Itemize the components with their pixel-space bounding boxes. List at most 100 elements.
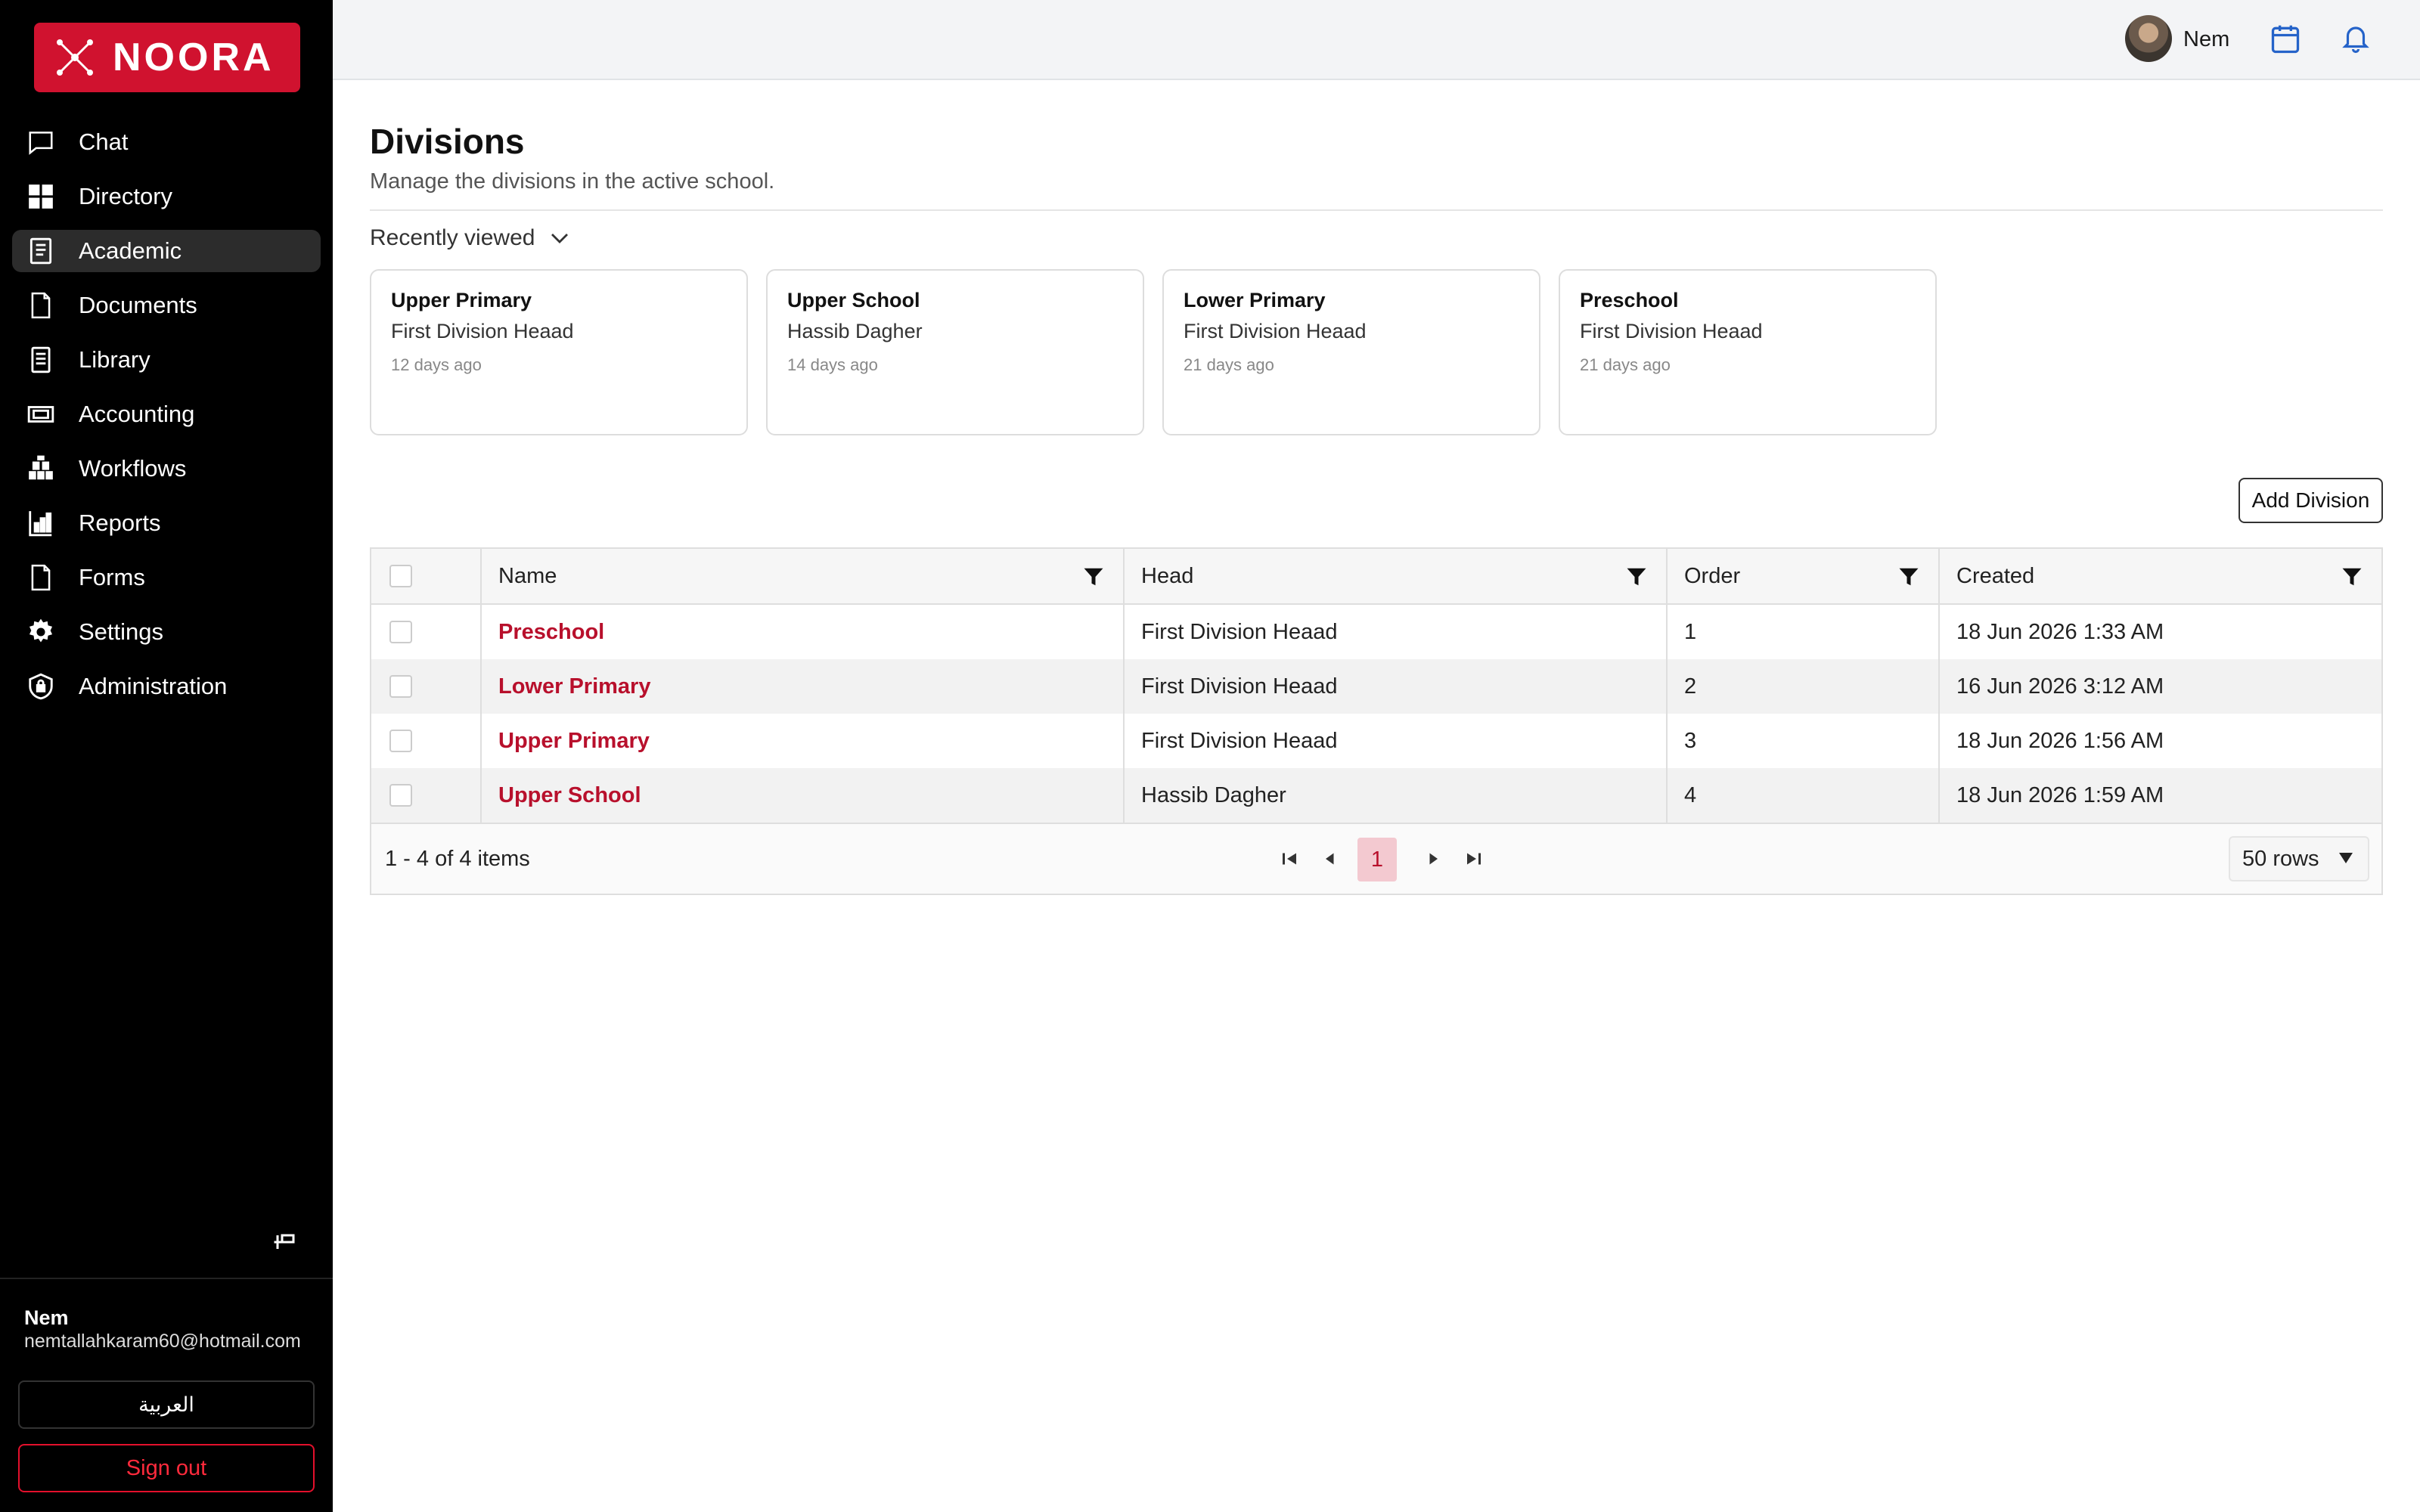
division-link[interactable]: Upper Primary — [498, 729, 650, 754]
recent-card[interactable]: Upper Primary First Division Heaad 12 da… — [370, 269, 748, 435]
table-row[interactable]: Upper School Hassib Dagher 4 18 Jun 2026… — [371, 768, 2381, 823]
table-row[interactable]: Lower Primary First Division Heaad 2 16 … — [371, 659, 2381, 714]
next-page-icon[interactable] — [1419, 845, 1447, 872]
filter-icon[interactable] — [2341, 565, 2363, 588]
reports-icon — [26, 508, 56, 538]
sidebar-item-label: Academic — [79, 237, 182, 264]
sidebar-user-name: Nem — [24, 1306, 69, 1329]
cell-name: Lower Primary — [482, 659, 1125, 714]
cell-created: 18 Jun 2026 1:59 AM — [1956, 782, 2164, 807]
academic-book-icon — [26, 236, 56, 266]
avatar[interactable] — [2125, 15, 2172, 62]
sidebar-item-settings[interactable]: Settings — [12, 611, 321, 653]
sidebar-item-chat[interactable]: Chat — [12, 121, 321, 163]
cell-created: 18 Jun 2026 1:33 AM — [1956, 619, 2164, 644]
table-row[interactable]: Upper Primary First Division Heaad 3 18 … — [371, 714, 2381, 768]
header-checkbox-cell — [371, 549, 482, 603]
sidebar-item-label: Reports — [79, 510, 161, 536]
prev-page-icon[interactable] — [1317, 845, 1344, 872]
recent-card-time: 14 days ago — [787, 355, 878, 374]
recent-card-title: Lower Primary — [1184, 289, 1326, 311]
cell-name: Upper Primary — [482, 714, 1125, 768]
table-header-row: Name Head Order Created — [371, 549, 2381, 605]
forms-icon — [26, 562, 56, 593]
row-checkbox[interactable] — [389, 675, 412, 698]
sidebar-item-accounting[interactable]: Accounting — [12, 393, 321, 435]
sidebar-item-label: Workflows — [79, 455, 187, 482]
cell-order: 4 — [1668, 768, 1940, 823]
sidebar-item-documents[interactable]: Documents — [12, 284, 321, 327]
cell-created: 16 Jun 2026 3:12 AM — [1956, 674, 2164, 699]
sidebar-item-reports[interactable]: Reports — [12, 502, 321, 544]
cell-created: 18 Jun 2026 1:56 AM — [1956, 728, 2164, 753]
chat-icon — [26, 127, 56, 157]
sidebar-item-label: Settings — [79, 618, 164, 645]
cell-head: First Division Heaad — [1125, 605, 1668, 659]
select-all-checkbox[interactable] — [389, 565, 412, 587]
cell-name: Preschool — [482, 605, 1125, 659]
sidebar-item-label: Chat — [79, 129, 129, 155]
sidebar-item-forms[interactable]: Forms — [12, 556, 321, 599]
column-header-head[interactable]: Head — [1125, 549, 1668, 603]
calendar-icon[interactable] — [2269, 23, 2302, 56]
cell-name: Upper School — [482, 768, 1125, 823]
recently-viewed-toggle[interactable]: Recently viewed — [370, 225, 571, 251]
filter-icon[interactable] — [1897, 565, 1920, 588]
shield-lock-icon — [26, 671, 56, 702]
last-page-icon[interactable] — [1460, 845, 1488, 872]
rows-per-page-select[interactable]: 50 rows — [2229, 836, 2369, 881]
caret-down-icon — [2339, 853, 2353, 863]
filter-icon[interactable] — [1082, 565, 1105, 588]
filter-icon[interactable] — [1625, 565, 1648, 588]
column-header-order[interactable]: Order — [1668, 549, 1940, 603]
row-checkbox[interactable] — [389, 784, 412, 807]
recently-viewed-label: Recently viewed — [370, 225, 535, 250]
cell-order: 1 — [1668, 605, 1940, 659]
sidebar-item-academic[interactable]: Academic — [12, 230, 321, 272]
topbar-user-name[interactable]: Nem — [2183, 27, 2229, 52]
recent-card-head: First Division Heaad — [1580, 320, 1763, 342]
bell-icon[interactable] — [2340, 23, 2372, 54]
column-header-created[interactable]: Created — [1940, 549, 2381, 603]
row-checkbox-cell — [371, 659, 482, 714]
page-number-button[interactable]: 1 — [1357, 838, 1397, 881]
table-row[interactable]: Preschool First Division Heaad 1 18 Jun … — [371, 605, 2381, 659]
header-divider — [370, 209, 2383, 211]
recent-cards: Upper Primary First Division Heaad 12 da… — [370, 269, 1955, 435]
first-page-icon[interactable] — [1276, 845, 1303, 872]
column-header-label: Order — [1684, 563, 1741, 588]
column-header-label: Name — [498, 563, 557, 588]
cell-head: Hassib Dagher — [1125, 768, 1668, 823]
divisions-table: Name Head Order Created Preschool First … — [370, 547, 2383, 895]
sidebar-item-label: Documents — [79, 292, 197, 318]
recent-card[interactable]: Upper School Hassib Dagher 14 days ago — [766, 269, 1144, 435]
column-header-label: Head — [1141, 563, 1194, 588]
recent-card-time: 21 days ago — [1580, 355, 1671, 374]
sidebar-item-directory[interactable]: Directory — [12, 175, 321, 218]
library-icon — [26, 345, 56, 375]
recent-card-head: Hassib Dagher — [787, 320, 923, 342]
division-link[interactable]: Upper School — [498, 783, 641, 808]
recent-card[interactable]: Preschool First Division Heaad 21 days a… — [1559, 269, 1937, 435]
sidebar-item-label: Directory — [79, 183, 173, 209]
recent-card[interactable]: Lower Primary First Division Heaad 21 da… — [1162, 269, 1540, 435]
recent-card-time: 21 days ago — [1184, 355, 1274, 374]
recent-card-time: 12 days ago — [391, 355, 482, 374]
sidebar-item-workflows[interactable]: Workflows — [12, 448, 321, 490]
sidebar-item-library[interactable]: Library — [12, 339, 321, 381]
noora-logo[interactable]: NOORA — [34, 23, 300, 92]
logo-mark-icon — [57, 39, 93, 76]
language-toggle-button[interactable]: العربية — [18, 1380, 315, 1429]
page-title: Divisions — [370, 122, 525, 161]
add-division-button[interactable]: Add Division — [2238, 478, 2383, 523]
cell-order: 2 — [1668, 659, 1940, 714]
column-header-name[interactable]: Name — [482, 549, 1125, 603]
division-link[interactable]: Lower Primary — [498, 674, 650, 699]
grid-icon — [26, 181, 56, 212]
sidebar-item-administration[interactable]: Administration — [12, 665, 321, 708]
row-checkbox[interactable] — [389, 730, 412, 752]
sign-out-button[interactable]: Sign out — [18, 1444, 315, 1492]
division-link[interactable]: Preschool — [498, 620, 604, 645]
pin-sidebar-icon[interactable] — [271, 1226, 298, 1253]
row-checkbox[interactable] — [389, 621, 412, 643]
